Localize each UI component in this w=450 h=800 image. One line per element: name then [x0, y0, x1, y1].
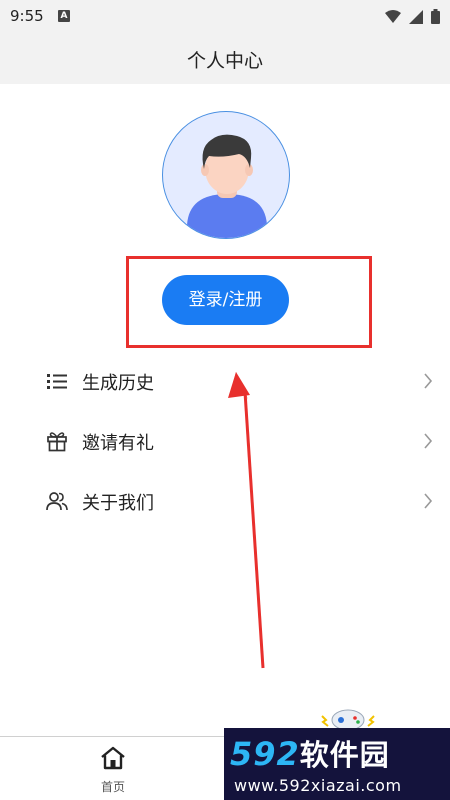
signal-icon [409, 9, 423, 24]
watermark-url: www.592xiazai.com [234, 776, 402, 795]
status-bar: 9:55 A [0, 0, 450, 34]
tab-home[interactable]: 首页 [83, 737, 143, 800]
menu-list: 生成历史 邀请有礼 关于我们 [0, 350, 450, 530]
login-register-button[interactable]: 登录/注册 [162, 275, 289, 325]
watermark-brand: 软件园 [299, 738, 390, 772]
chevron-right-icon [424, 373, 433, 389]
avatar [162, 111, 290, 239]
users-icon [46, 492, 68, 511]
gift-icon [47, 432, 67, 452]
watermark-number: 592 [230, 735, 300, 773]
notification-badge: A [58, 10, 70, 22]
chevron-right-icon [424, 433, 433, 449]
menu-item-label: 邀请有礼 [82, 433, 154, 454]
watermark: 592软件园 www.592xiazai.com [224, 728, 450, 800]
menu-item-history[interactable]: 生成历史 [0, 350, 450, 410]
user-avatar-icon [187, 134, 267, 238]
menu-item-about[interactable]: 关于我们 [0, 470, 450, 530]
page-title: 个人中心 [186, 50, 263, 72]
battery-icon [431, 9, 440, 24]
watermark-logo: 592软件园 [230, 732, 390, 774]
header: 个人中心 [0, 34, 450, 84]
status-time: 9:55 [10, 7, 44, 25]
list-icon [47, 374, 67, 389]
wifi-icon [385, 9, 401, 23]
chevron-right-icon [424, 493, 433, 509]
menu-item-label: 生成历史 [82, 373, 154, 394]
tab-home-label: 首页 [100, 780, 125, 794]
menu-item-label: 关于我们 [82, 493, 154, 514]
home-icon [101, 746, 125, 770]
menu-item-invite[interactable]: 邀请有礼 [0, 410, 450, 470]
status-icons [385, 9, 440, 24]
